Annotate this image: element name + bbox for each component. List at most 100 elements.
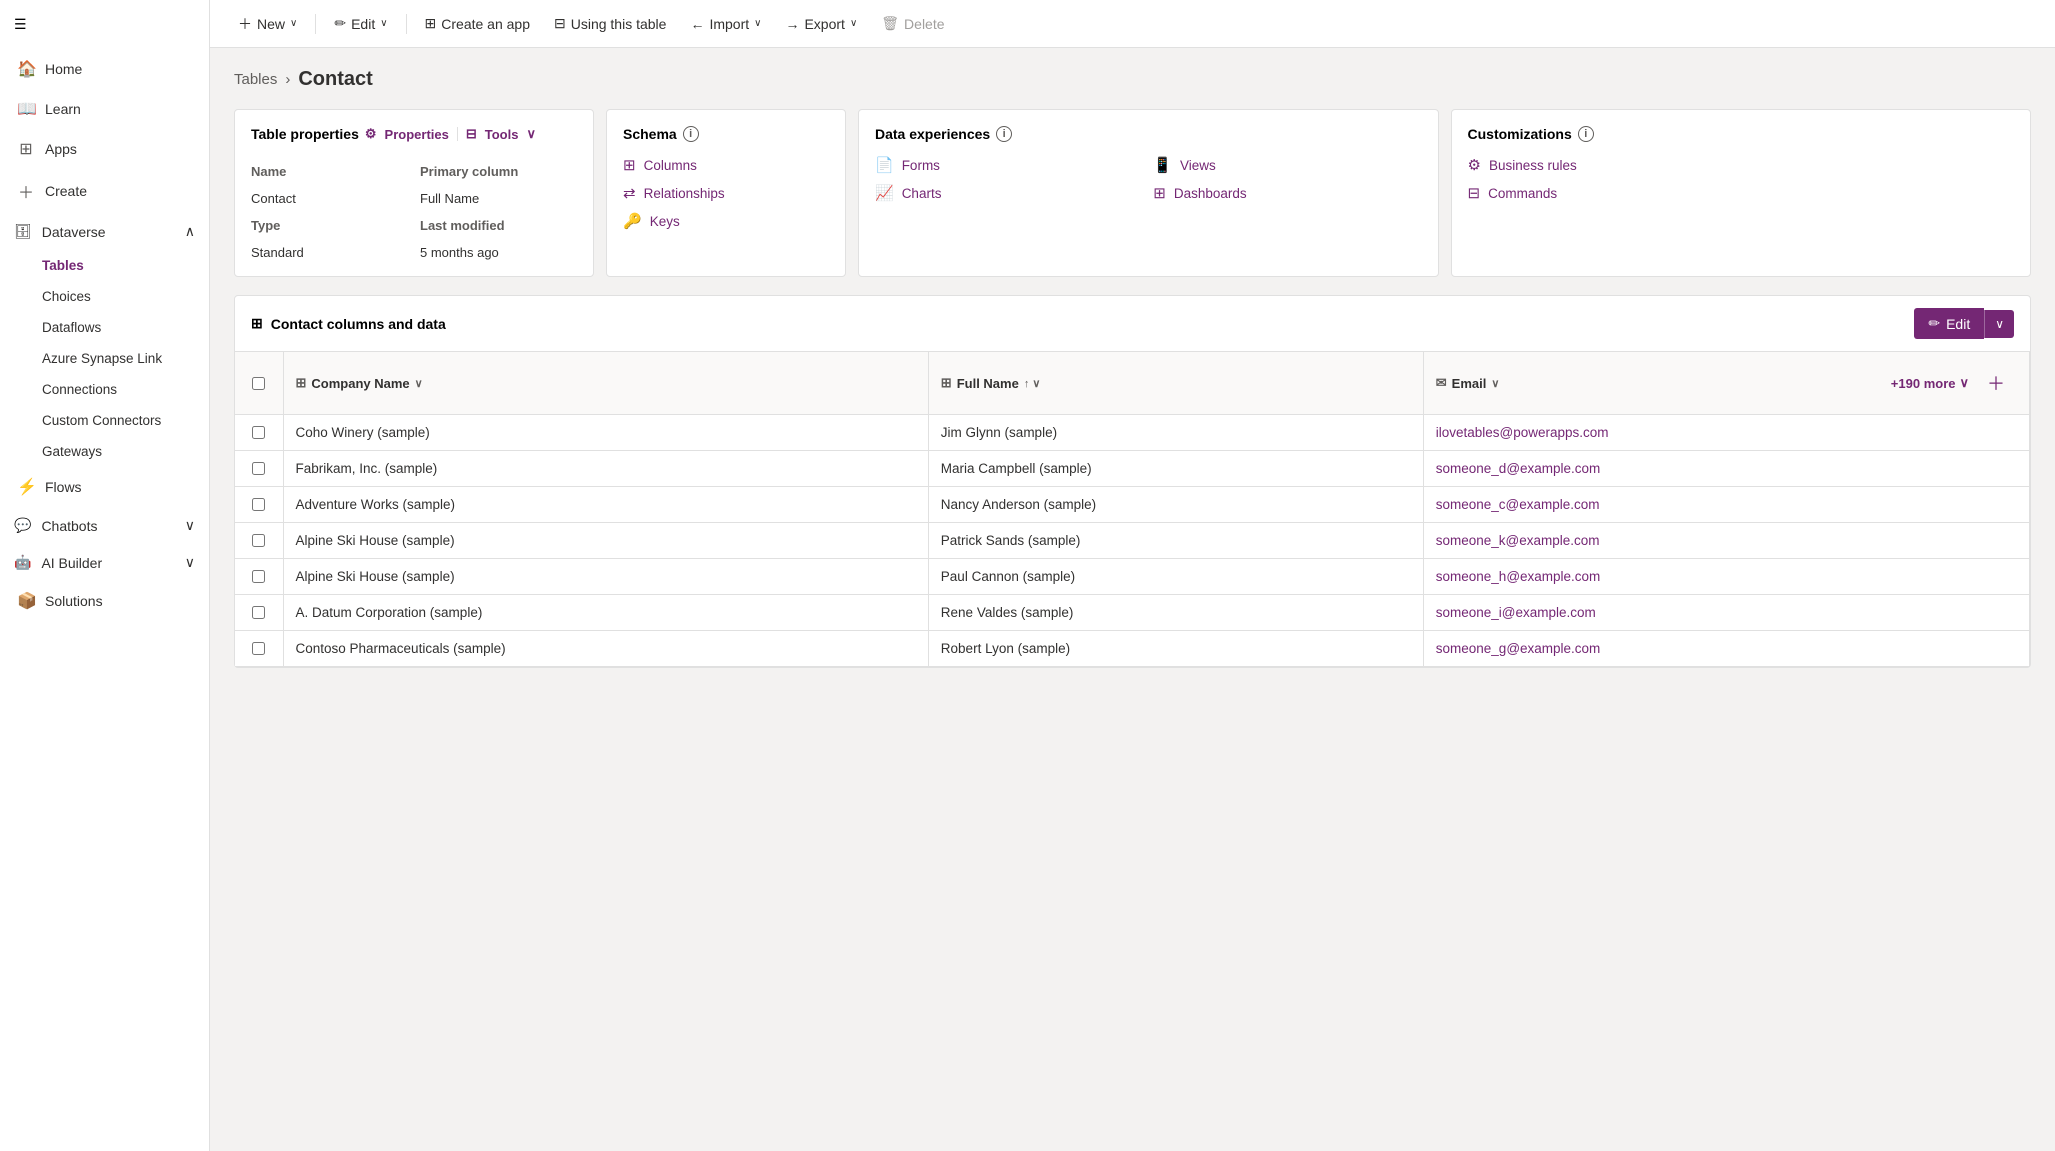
sidebar-item-create[interactable]: ＋ Create	[0, 169, 209, 213]
forms-link[interactable]: 📄 Forms	[875, 156, 1143, 174]
sidebar-item-flows[interactable]: ⚡ Flows	[0, 467, 209, 507]
company-cell: Fabrikam, Inc. (sample)	[283, 451, 928, 487]
tools-link[interactable]: Tools	[485, 127, 519, 142]
create-app-button[interactable]: ⊞ Create an app	[415, 9, 540, 38]
breadcrumb: Tables › Contact	[234, 68, 2031, 91]
email-cell[interactable]: someone_c@example.com	[1423, 487, 2029, 523]
email-cell[interactable]: someone_d@example.com	[1423, 451, 2029, 487]
company-name-header[interactable]: ⊞ Company Name ∨	[283, 352, 928, 415]
sidebar-item-chatbots[interactable]: 💬 Chatbots ∨	[0, 507, 209, 544]
row-checkbox[interactable]	[252, 534, 265, 547]
company-col-icon: ⊞	[296, 375, 307, 391]
fullname-cell: Patrick Sands (sample)	[928, 523, 1423, 559]
export-icon: →	[785, 16, 799, 32]
row-checkbox[interactable]	[252, 426, 265, 439]
sidebar-item-tables[interactable]: Tables	[0, 250, 209, 281]
using-table-icon: ⊟	[554, 15, 566, 32]
views-link[interactable]: 📱 Views	[1153, 156, 1421, 174]
sidebar-item-apps[interactable]: ⊞ Apps	[0, 129, 209, 169]
columns-link[interactable]: ⊞ Columns	[623, 156, 829, 174]
apps-icon: ⊞	[17, 139, 35, 159]
table-row: Fabrikam, Inc. (sample)Maria Campbell (s…	[235, 451, 2030, 487]
data-section-actions: ✏ Edit ∨	[1914, 308, 2014, 339]
schema-info-icon: i	[683, 126, 699, 142]
email-cell[interactable]: someone_g@example.com	[1423, 631, 2029, 667]
table-grid-icon: ⊞	[251, 315, 263, 332]
delete-button[interactable]: 🗑 Delete	[871, 9, 954, 38]
company-cell: Contoso Pharmaceuticals (sample)	[283, 631, 928, 667]
sidebar-item-dataflows[interactable]: Dataflows	[0, 312, 209, 343]
tools-chevron-icon: ∨	[526, 126, 536, 142]
cards-row: Table properties ⚙ Properties ⊟ Tools ∨ …	[234, 109, 2031, 277]
commands-link[interactable]: ⊟ Commands	[1468, 184, 2015, 202]
company-cell: A. Datum Corporation (sample)	[283, 595, 928, 631]
data-edit-chevron-button[interactable]: ∨	[1984, 310, 2014, 338]
relationships-link[interactable]: ⇄ Relationships	[623, 184, 829, 202]
table-header-row: ⊞ Company Name ∨ ⊞ Full Name ↑ ∨	[235, 352, 2030, 415]
sidebar-item-gateways[interactable]: Gateways	[0, 436, 209, 467]
row-checkbox[interactable]	[252, 570, 265, 583]
more-cols-button[interactable]: +190 more ∨	[1891, 375, 1969, 391]
email-cell[interactable]: someone_k@example.com	[1423, 523, 2029, 559]
last-modified-label: Last modified	[420, 218, 577, 233]
add-column-button[interactable]: ＋	[1975, 362, 2017, 404]
data-experiences-grid: 📄 Forms 📱 Views 📈 Charts ⊞ Dashboards	[875, 156, 1422, 202]
email-cell[interactable]: someone_i@example.com	[1423, 595, 2029, 631]
sidebar-item-solutions[interactable]: 📦 Solutions	[0, 581, 209, 621]
edit-button[interactable]: ✏ Edit ∨	[324, 9, 397, 38]
company-sort-icon[interactable]: ∨	[415, 377, 423, 390]
schema-link-list: ⊞ Columns ⇄ Relationships 🔑 Keys	[623, 156, 829, 230]
learn-icon: 📖	[17, 99, 35, 119]
create-app-icon: ⊞	[425, 15, 437, 32]
table-properties-title: Table properties ⚙ Properties ⊟ Tools ∨	[251, 126, 577, 142]
sidebar-item-custom-connectors[interactable]: Custom Connectors	[0, 405, 209, 436]
data-table-body: Coho Winery (sample)Jim Glynn (sample)il…	[235, 415, 2030, 667]
create-icon: ＋	[17, 179, 35, 203]
select-all-checkbox[interactable]	[252, 377, 265, 390]
primary-column-value: Full Name	[420, 191, 577, 206]
sidebar-item-dataverse[interactable]: 🗄 Dataverse ∧	[0, 213, 209, 250]
sidebar-item-home[interactable]: 🏠 Home	[0, 49, 209, 89]
table-row: A. Datum Corporation (sample)Rene Valdes…	[235, 595, 2030, 631]
toolbar: ＋ New ∨ ✏ Edit ∨ ⊞ Create an app ⊟ Using…	[210, 0, 2055, 48]
row-checkbox[interactable]	[252, 498, 265, 511]
fullname-sort-icon[interactable]: ↑ ∨	[1024, 377, 1041, 390]
properties-link[interactable]: Properties	[385, 127, 449, 142]
breadcrumb-tables-link[interactable]: Tables	[234, 71, 277, 88]
business-rules-link[interactable]: ⚙ Business rules	[1468, 156, 2015, 174]
dashboards-link[interactable]: ⊞ Dashboards	[1153, 184, 1421, 202]
select-all-header	[235, 352, 283, 415]
business-rules-icon: ⚙	[1468, 156, 1481, 174]
keys-link[interactable]: 🔑 Keys	[623, 212, 829, 230]
dataverse-chevron-icon: ∧	[185, 223, 195, 240]
customizations-card: Customizations i ⚙ Business rules ⊟ Comm…	[1451, 109, 2032, 277]
email-cell[interactable]: ilovetables@powerapps.com	[1423, 415, 2029, 451]
export-chevron-icon: ∨	[850, 18, 857, 29]
sidebar-item-choices[interactable]: Choices	[0, 281, 209, 312]
email-header[interactable]: ✉ Email ∨ +190 more ∨ ＋	[1423, 352, 2029, 415]
sidebar-item-ai-builder[interactable]: 🤖 AI Builder ∨	[0, 544, 209, 581]
email-cell[interactable]: someone_h@example.com	[1423, 559, 2029, 595]
hamburger-menu[interactable]: ☰	[0, 0, 209, 49]
sidebar-item-azure-synapse[interactable]: Azure Synapse Link	[0, 343, 209, 374]
import-button[interactable]: ← Import ∨	[680, 10, 771, 38]
row-checkbox[interactable]	[252, 642, 265, 655]
edit-chevron-icon: ∨	[380, 18, 387, 29]
charts-link[interactable]: 📈 Charts	[875, 184, 1143, 202]
data-experiences-title: Data experiences i	[875, 126, 1422, 142]
sidebar-item-connections[interactable]: Connections	[0, 374, 209, 405]
sidebar: ☰ 🏠 Home 📖 Learn ⊞ Apps ＋ Create 🗄 Datav…	[0, 0, 210, 1151]
import-icon: ←	[690, 16, 704, 32]
company-cell: Coho Winery (sample)	[283, 415, 928, 451]
row-checkbox[interactable]	[252, 462, 265, 475]
schema-card: Schema i ⊞ Columns ⇄ Relationships 🔑 Key…	[606, 109, 846, 277]
export-button[interactable]: → Export ∨	[775, 10, 867, 38]
new-button[interactable]: ＋ New ∨	[228, 8, 307, 40]
row-checkbox[interactable]	[252, 606, 265, 619]
using-table-button[interactable]: ⊟ Using this table	[544, 9, 676, 38]
sidebar-item-learn[interactable]: 📖 Learn	[0, 89, 209, 129]
data-edit-button[interactable]: ✏ Edit	[1914, 308, 1984, 339]
email-sort-icon[interactable]: ∨	[1491, 377, 1499, 390]
table-properties-card: Table properties ⚙ Properties ⊟ Tools ∨ …	[234, 109, 594, 277]
full-name-header[interactable]: ⊞ Full Name ↑ ∨	[928, 352, 1423, 415]
